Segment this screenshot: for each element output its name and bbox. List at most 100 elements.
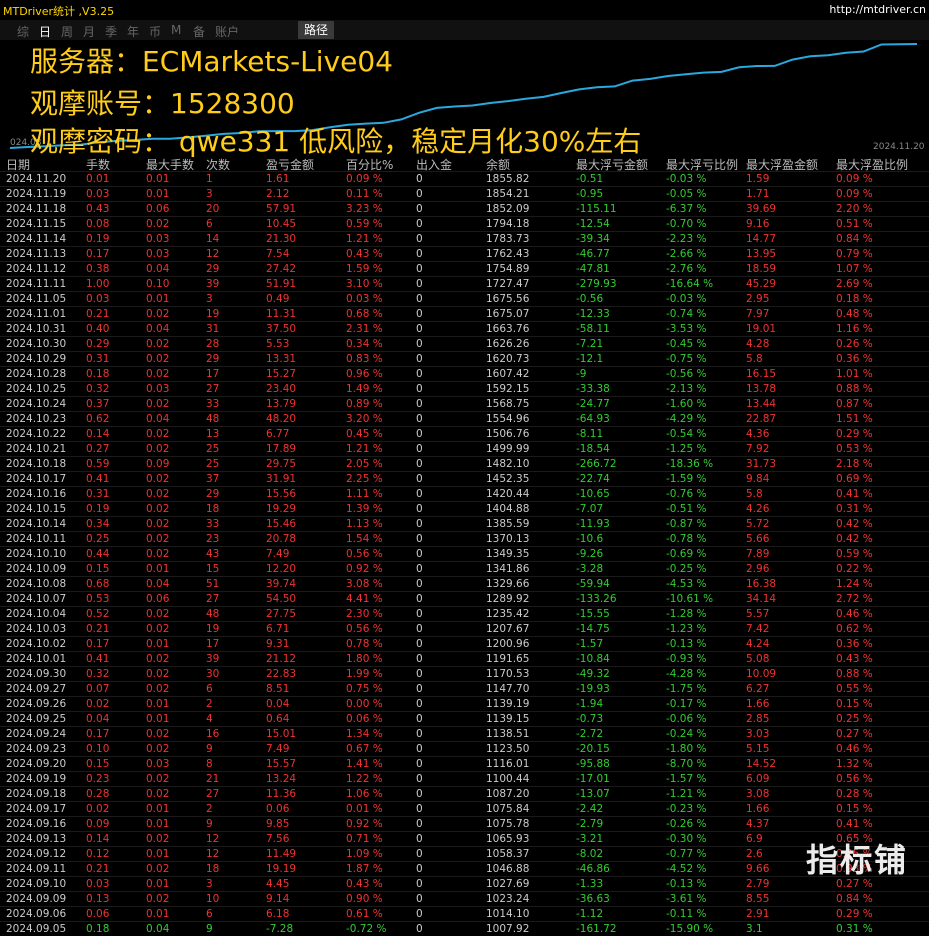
cell-2: 0.01: [146, 293, 170, 305]
cell-5: 0.67 %: [346, 743, 383, 755]
table-row[interactable]: 2024.09.23 0.10 0.02 9 7.49 0.67 % 0 1123.50 -20…: [0, 741, 929, 756]
cell-8: -15.55: [576, 608, 610, 620]
cell-4: 1.61: [266, 173, 290, 185]
table-row[interactable]: 2024.10.24 0.37 0.02 33 13.79 0.89 % 0 1568.75 -…: [0, 396, 929, 411]
table-row[interactable]: 2024.09.30 0.32 0.02 30 22.83 1.99 % 0 1170.53 -…: [0, 666, 929, 681]
tab-1[interactable]: 日: [39, 23, 51, 40]
table-row[interactable]: 2024.10.04 0.52 0.02 48 27.75 2.30 % 0 1235.42 -…: [0, 606, 929, 621]
table-row[interactable]: 2024.10.10 0.44 0.02 43 7.49 0.56 % 0 1349.35 -9…: [0, 546, 929, 561]
cell-5: 0.00 %: [346, 698, 383, 710]
table-row[interactable]: 2024.10.16 0.31 0.02 29 15.56 1.11 % 0 1420.44 -…: [0, 486, 929, 501]
table-row[interactable]: 2024.09.12 0.12 0.01 12 11.49 1.09 % 0 1058.37 -…: [0, 846, 929, 861]
table-row[interactable]: 2024.09.09 0.13 0.02 10 9.14 0.90 % 0 1023.24 -3…: [0, 891, 929, 906]
tab-2[interactable]: 周: [61, 23, 73, 40]
cell-6: 0: [416, 188, 423, 200]
table-row[interactable]: 2024.09.17 0.02 0.01 2 0.06 0.01 % 0 1075.84 -2.…: [0, 801, 929, 816]
table-row[interactable]: 2024.09.05 0.18 0.04 9 -7.28 -0.72 % 0 1007.92 -…: [0, 921, 929, 936]
cell-0: 2024.10.21: [6, 443, 67, 455]
table-row[interactable]: 2024.09.27 0.07 0.02 6 8.51 0.75 % 0 1147.70 -19…: [0, 681, 929, 696]
table-row[interactable]: 2024.10.15 0.19 0.02 18 19.29 1.39 % 0 1404.88 -…: [0, 501, 929, 516]
table-row[interactable]: 2024.10.03 0.21 0.02 19 6.71 0.56 % 0 1207.67 -1…: [0, 621, 929, 636]
table-row[interactable]: 2024.10.22 0.14 0.02 13 6.77 0.45 % 0 1506.76 -8…: [0, 426, 929, 441]
cell-11: 0.46 %: [836, 743, 873, 755]
cell-4: 7.49: [266, 548, 290, 560]
tab-route[interactable]: 路径: [298, 21, 335, 39]
cell-7: 1123.50: [486, 743, 530, 755]
table-row[interactable]: 2024.11.14 0.19 0.03 14 21.30 1.21 % 0 1783.73 -…: [0, 231, 929, 246]
table-row[interactable]: 2024.11.15 0.08 0.02 6 10.45 0.59 % 0 1794.18 -1…: [0, 216, 929, 231]
table-row[interactable]: 2024.09.19 0.23 0.02 21 13.24 1.22 % 0 1100.44 -…: [0, 771, 929, 786]
table-row[interactable]: 2024.10.11 0.25 0.02 23 20.78 1.54 % 0 1370.13 -…: [0, 531, 929, 546]
table-row[interactable]: 2024.10.31 0.40 0.04 31 37.50 2.31 % 0 1663.76 -…: [0, 321, 929, 336]
tab-5[interactable]: 年: [127, 23, 139, 40]
cell-10: 13.95: [746, 248, 777, 260]
table-row[interactable]: 2024.11.13 0.17 0.03 12 7.54 0.43 % 0 1762.43 -4…: [0, 246, 929, 261]
cell-5: 3.08 %: [346, 578, 383, 590]
table-row[interactable]: 2024.10.14 0.34 0.02 33 15.46 1.13 % 0 1385.59 -…: [0, 516, 929, 531]
tab-8[interactable]: 备: [193, 23, 205, 40]
cell-1: 0.04: [86, 713, 110, 725]
cell-4: 7.49: [266, 743, 290, 755]
cell-5: 0.96 %: [346, 368, 383, 380]
cell-10: 4.24: [746, 638, 770, 650]
table-row[interactable]: 2024.09.13 0.14 0.02 12 7.56 0.71 % 0 1065.93 -3…: [0, 831, 929, 846]
cell-8: -266.72: [576, 458, 617, 470]
table-row[interactable]: 2024.09.16 0.09 0.01 9 9.85 0.92 % 0 1075.78 -2.…: [0, 816, 929, 831]
table-row[interactable]: 2024.11.18 0.43 0.06 20 57.91 3.23 % 0 1852.09 -…: [0, 201, 929, 216]
table-row[interactable]: 2024.11.12 0.38 0.04 29 27.42 1.59 % 0 1754.89 -…: [0, 261, 929, 276]
table-row[interactable]: 2024.10.01 0.41 0.02 39 21.12 1.80 % 0 1191.65 -…: [0, 651, 929, 666]
cell-1: 0.37: [86, 398, 110, 410]
table-row[interactable]: 2024.10.30 0.29 0.02 28 5.53 0.34 % 0 1626.26 -7…: [0, 336, 929, 351]
cell-1: 0.01: [86, 173, 110, 185]
table-row[interactable]: 2024.09.26 0.02 0.01 2 0.04 0.00 % 0 1139.19 -1.…: [0, 696, 929, 711]
table-row[interactable]: 2024.11.05 0.03 0.01 3 0.49 0.03 % 0 1675.56 -0.…: [0, 291, 929, 306]
table-row[interactable]: 2024.10.07 0.53 0.06 27 54.50 4.41 % 0 1289.92 -…: [0, 591, 929, 606]
table-row[interactable]: 2024.10.09 0.15 0.01 15 12.20 0.92 % 0 1341.86 -…: [0, 561, 929, 576]
table-row[interactable]: 2024.11.01 0.21 0.02 19 11.31 0.68 % 0 1675.07 -…: [0, 306, 929, 321]
cell-8: -7.07: [576, 503, 604, 515]
table-row[interactable]: 2024.10.08 0.68 0.04 51 39.74 3.08 % 0 1329.66 -…: [0, 576, 929, 591]
tab-4[interactable]: 季: [105, 23, 117, 40]
table-row[interactable]: 2024.10.25 0.32 0.03 27 23.40 1.49 % 0 1592.15 -…: [0, 381, 929, 396]
cell-4: 5.53: [266, 338, 290, 350]
table-row[interactable]: 2024.09.10 0.03 0.01 3 4.45 0.43 % 0 1027.69 -1.…: [0, 876, 929, 891]
table-row[interactable]: 2024.09.25 0.04 0.01 4 0.64 0.06 % 0 1139.15 -0.…: [0, 711, 929, 726]
cell-2: 0.02: [146, 338, 170, 350]
site-link[interactable]: http://mtdriver.cn: [829, 3, 926, 16]
cell-5: 0.43 %: [346, 248, 383, 260]
cell-8: -8.02: [576, 848, 604, 860]
cell-11: 0.15 %: [836, 803, 873, 815]
tab-6[interactable]: 币: [149, 23, 161, 40]
table-row[interactable]: 2024.10.17 0.41 0.02 37 31.91 2.25 % 0 1452.35 -…: [0, 471, 929, 486]
table-row[interactable]: 2024.09.18 0.28 0.02 27 11.36 1.06 % 0 1087.20 -…: [0, 786, 929, 801]
table-row[interactable]: 2024.11.11 1.00 0.10 39 51.91 3.10 % 0 1727.47 -…: [0, 276, 929, 291]
table-row[interactable]: 2024.10.02 0.17 0.01 17 9.31 0.78 % 0 1200.96 -1…: [0, 636, 929, 651]
cell-4: 39.74: [266, 578, 297, 590]
cell-2: 0.04: [146, 323, 170, 335]
cell-10: 7.92: [746, 443, 770, 455]
table-row[interactable]: 2024.11.20 0.01 0.01 1 1.61 0.09 % 0 1855.82 -0.…: [0, 171, 929, 186]
cell-9: -0.13 %: [666, 878, 707, 890]
tab-0[interactable]: 综: [17, 23, 29, 40]
cell-9: -0.03 %: [666, 173, 707, 185]
table-row[interactable]: 2024.10.29 0.31 0.02 29 13.31 0.83 % 0 1620.73 -…: [0, 351, 929, 366]
table-row[interactable]: 2024.10.28 0.18 0.02 17 15.27 0.96 % 0 1607.42 -…: [0, 366, 929, 381]
table-row[interactable]: 2024.09.20 0.15 0.03 8 15.57 1.41 % 0 1116.01 -9…: [0, 756, 929, 771]
table-row[interactable]: 2024.09.11 0.21 0.02 18 19.19 1.87 % 0 1046.88 -…: [0, 861, 929, 876]
cell-2: 0.04: [146, 413, 170, 425]
table-row[interactable]: 2024.09.06 0.06 0.01 6 6.18 0.61 % 0 1014.10 -1.…: [0, 906, 929, 921]
tab-9[interactable]: 账户: [215, 23, 239, 40]
tab-3[interactable]: 月: [83, 23, 95, 40]
table-row[interactable]: 2024.10.18 0.59 0.09 25 29.75 2.05 % 0 1482.10 -…: [0, 456, 929, 471]
table-row[interactable]: 2024.09.24 0.17 0.02 16 15.01 1.34 % 0 1138.51 -…: [0, 726, 929, 741]
tab-7[interactable]: M: [171, 23, 181, 37]
cell-10: 3.08: [746, 788, 770, 800]
table-row[interactable]: 2024.11.19 0.03 0.01 3 2.12 0.11 % 0 1854.21 -0.…: [0, 186, 929, 201]
cell-5: 4.41 %: [346, 593, 383, 605]
cell-9: -15.90 %: [666, 923, 714, 935]
table-row[interactable]: 2024.10.21 0.27 0.02 25 17.89 1.21 % 0 1499.99 -…: [0, 441, 929, 456]
cell-0: 2024.10.22: [6, 428, 67, 440]
cell-10: 5.57: [746, 608, 770, 620]
chart-axis-end-label: 2024.11.20: [873, 142, 925, 152]
table-row[interactable]: 2024.10.23 0.62 0.04 48 48.20 3.20 % 0 1554.96 -…: [0, 411, 929, 426]
